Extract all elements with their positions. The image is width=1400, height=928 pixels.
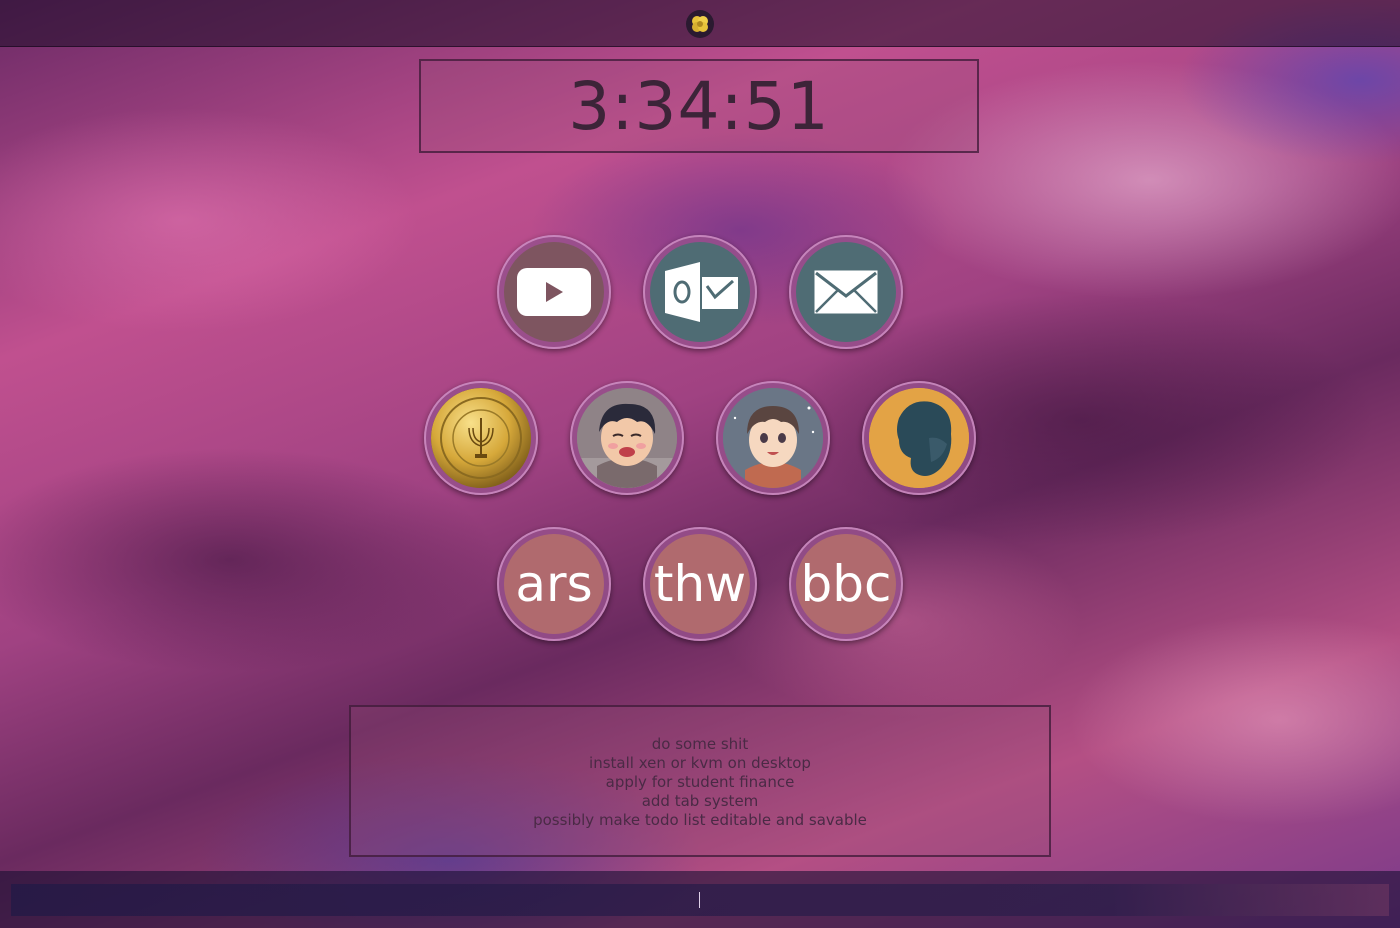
anime-avatar-icon [723, 388, 823, 488]
todo-item: add tab system [641, 792, 759, 810]
start-page: 3:34:51 ars thw bbc do some shit install… [0, 0, 1400, 928]
command-input[interactable] [11, 884, 1389, 916]
ars-label: ars [515, 555, 593, 613]
bbc-label: bbc [800, 555, 892, 613]
outlook-icon [665, 262, 738, 322]
gold-coin-icon [431, 388, 531, 488]
avatar-1-shortcut[interactable] [570, 381, 684, 495]
todo-item: apply for student finance [605, 773, 795, 791]
thw-shortcut[interactable]: thw [643, 527, 757, 641]
envelope-icon [814, 270, 878, 314]
yellow-flower-icon[interactable] [686, 10, 714, 38]
gold-coin-shortcut[interactable] [424, 381, 538, 495]
clock-panel: 3:34:51 [419, 59, 979, 153]
thw-label: thw [653, 555, 747, 613]
anime-avatar-icon [577, 388, 677, 488]
outlook-shortcut[interactable] [643, 235, 757, 349]
bbc-shortcut[interactable]: bbc [789, 527, 903, 641]
silhouette-avatar-icon [869, 388, 969, 488]
clock-time: 3:34:51 [568, 67, 830, 145]
youtube-icon [517, 268, 591, 316]
top-bar [0, 0, 1400, 47]
todo-item: do some shit [651, 735, 749, 753]
todo-list: do some shit install xen or kvm on deskt… [349, 705, 1051, 857]
avatar-3-shortcut[interactable] [862, 381, 976, 495]
todo-item: install xen or kvm on desktop [589, 754, 811, 772]
todo-item: possibly make todo list editable and sav… [533, 811, 867, 829]
avatar-2-shortcut[interactable] [716, 381, 830, 495]
youtube-shortcut[interactable] [497, 235, 611, 349]
text-caret [699, 892, 700, 908]
ars-shortcut[interactable]: ars [497, 527, 611, 641]
mail-shortcut[interactable] [789, 235, 903, 349]
